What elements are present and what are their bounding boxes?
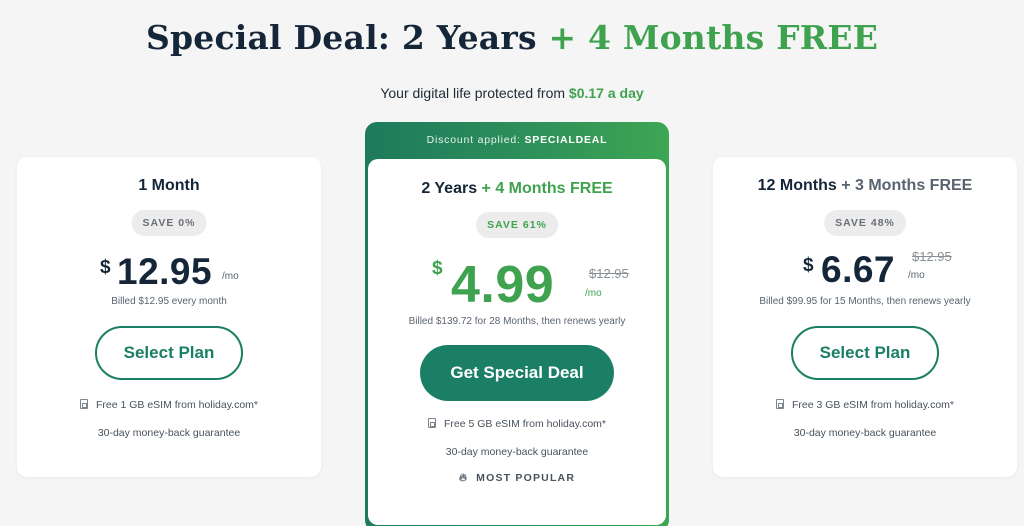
currency-symbol: $ (803, 255, 814, 276)
feature-guarantee: 30-day money-back guarantee (445, 446, 589, 458)
plan-title: 12 Months + 3 Months FREE (713, 177, 1017, 195)
most-popular-label: 🔥︎ MOST POPULAR (368, 472, 666, 485)
plan-price: 6.67 (821, 249, 896, 290)
plan-title: 1 Month (17, 177, 321, 195)
plan-price: 4.99 (451, 256, 555, 314)
select-plan-button[interactable]: Select Plan (791, 326, 939, 380)
feature-esim-text: Free 3 GB eSIM from holiday.com* (791, 399, 955, 411)
select-plan-button[interactable]: Select Plan (95, 326, 243, 380)
flame-icon: 🔥︎ (458, 472, 469, 484)
plan-title-main: 2 Years (421, 180, 478, 197)
save-badge: SAVE 61% (476, 212, 558, 238)
old-price: $12.95 (912, 249, 952, 264)
billing-note: Billed $99.95 for 15 Months, then renews… (759, 296, 971, 307)
price-row: $ 6.67 $12.95 /mo (713, 249, 1017, 299)
feature-esim-text: Free 5 GB eSIM from holiday.com* (443, 418, 607, 430)
featured-card-body: 2 Years + 4 Months FREE SAVE 61% $ 4.99 … (368, 159, 666, 525)
price-per: /mo (585, 288, 602, 299)
sim-card-icon (427, 418, 436, 428)
subline-text: Your digital life protected from (380, 85, 566, 101)
feature-esim: Free 3 GB eSIM from holiday.com* (713, 399, 1017, 411)
promo-code: SPECIALDEAL (524, 134, 608, 146)
popular-text: MOST POPULAR (476, 472, 576, 484)
old-price: $12.95 (589, 266, 629, 281)
sim-card-icon (79, 399, 88, 409)
page-subline: Your digital life protected from $0.17 a… (0, 85, 1024, 101)
plan-title-main: 12 Months (757, 177, 837, 194)
pricing-page: Special Deal: 2 Years + 4 Months FREE Yo… (0, 0, 1024, 526)
save-badge: SAVE 48% (824, 210, 906, 236)
discount-banner: Discount applied: SPECIALDEAL (365, 122, 669, 159)
save-badge: SAVE 0% (131, 210, 207, 236)
plan-card-12-months: 12 Months + 3 Months FREE SAVE 48% $ 6.6… (713, 157, 1017, 477)
plan-title-accent: + 4 Months FREE (481, 180, 613, 197)
plan-title-accent: + 3 Months FREE (841, 177, 973, 194)
sim-card-icon (775, 399, 784, 409)
headline-main: Special Deal: 2 Years (145, 18, 537, 57)
price-row: $ 12.95 /mo (17, 251, 321, 301)
feature-esim-text: Free 1 GB eSIM from holiday.com* (95, 399, 259, 411)
price-row: $ 4.99 $12.95 /mo (368, 255, 666, 315)
headline-accent: + 4 Months FREE (548, 18, 879, 57)
billing-note: Billed $12.95 every month (111, 296, 227, 307)
feature-esim: Free 5 GB eSIM from holiday.com* (368, 418, 666, 430)
subline-price: $0.17 a day (568, 85, 644, 101)
currency-symbol: $ (100, 257, 111, 278)
feature-esim: Free 1 GB eSIM from holiday.com* (17, 399, 321, 411)
feature-guarantee: 30-day money-back guarantee (793, 427, 937, 439)
banner-label: Discount applied: (426, 134, 521, 146)
currency-symbol: $ (432, 258, 443, 279)
plan-card-1-month: 1 Month SAVE 0% $ 12.95 /mo Billed $12.9… (17, 157, 321, 477)
page-headline: Special Deal: 2 Years + 4 Months FREE (0, 18, 1024, 57)
price-per: /mo (222, 271, 239, 282)
plan-title-main: 1 Month (138, 177, 200, 194)
plan-card-2-years: Discount applied: SPECIALDEAL 2 Years + … (365, 122, 669, 526)
feature-guarantee: 30-day money-back guarantee (97, 427, 241, 439)
plan-title: 2 Years + 4 Months FREE (368, 180, 666, 198)
billing-note: Billed $139.72 for 28 Months, then renew… (408, 316, 626, 327)
price-per: /mo (908, 270, 925, 281)
get-special-deal-button[interactable]: Get Special Deal (420, 345, 614, 401)
plan-price: 12.95 (117, 251, 213, 292)
